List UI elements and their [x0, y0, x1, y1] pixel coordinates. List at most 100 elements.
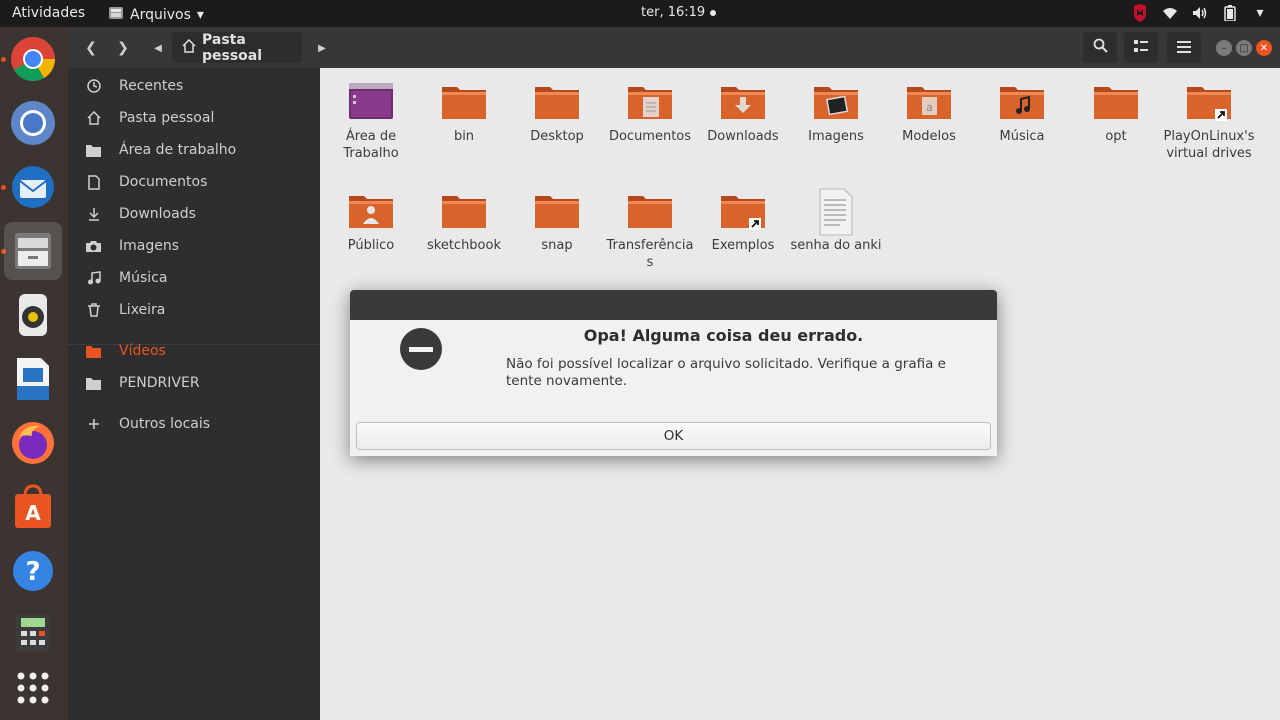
file-label: opt	[1105, 129, 1127, 144]
dock-firefox-icon[interactable]	[4, 414, 62, 472]
sidebar-item-label: PENDRIVER	[119, 375, 200, 391]
file-label: Documentos	[608, 129, 692, 144]
plus-icon	[68, 418, 119, 430]
sidebar-item-area-de-trabalho[interactable]: Área de trabalho	[68, 135, 320, 165]
file-label: senha do anki	[790, 238, 882, 253]
file-item[interactable]: sketchbook	[418, 188, 510, 254]
folder-icon	[68, 377, 119, 390]
dock-chrome-icon[interactable]	[4, 30, 62, 88]
activities-button[interactable]: Atividades	[12, 5, 85, 21]
path-bar-home-button[interactable]: Pasta pessoal	[172, 32, 302, 64]
dock: A ?	[0, 27, 68, 720]
dialog-message: Não foi possível localizar o arquivo sol…	[506, 356, 946, 389]
triangle-left-icon: ◀	[154, 42, 162, 54]
clock[interactable]: ter, 16:19	[641, 5, 717, 20]
file-item[interactable]: Público	[325, 188, 417, 254]
search-icon	[1093, 38, 1108, 57]
text-file-icon	[812, 188, 860, 236]
file-item[interactable]: senha do anki	[790, 188, 882, 254]
folder-icon	[1092, 79, 1140, 127]
minimize-icon: –	[1221, 42, 1227, 54]
sidebar-item-documentos[interactable]: Documentos	[68, 167, 320, 197]
file-item[interactable]: Downloads	[697, 79, 789, 145]
file-item[interactable]: opt	[1070, 79, 1162, 145]
sidebar-item-pasta-pessoal[interactable]: Pasta pessoal	[68, 103, 320, 133]
dock-libreoffice-writer-icon[interactable]	[4, 350, 62, 408]
path-scroll-left-button[interactable]: ◀	[152, 34, 164, 62]
camera-icon	[68, 240, 119, 253]
file-item[interactable]: bin	[418, 79, 510, 145]
file-label: Desktop	[530, 129, 584, 144]
close-button[interactable]: ✕	[1256, 40, 1272, 56]
dock-show-applications-icon[interactable]	[4, 659, 62, 717]
file-item[interactable]: Exemplos	[697, 188, 789, 254]
sidebar-item-outros-locais[interactable]: Outros locais	[68, 409, 320, 439]
back-button[interactable]: ❮	[78, 34, 104, 62]
chevron-down-icon: ▾	[196, 7, 204, 23]
menu-button[interactable]	[1167, 32, 1201, 63]
ok-button[interactable]: OK	[356, 422, 991, 450]
view-toggle-button[interactable]	[1124, 32, 1158, 63]
file-label: Imagens	[808, 129, 864, 144]
file-item[interactable]: Documentos	[604, 79, 696, 145]
dock-ubuntu-software-icon[interactable]: A	[4, 478, 62, 536]
app-menu-button[interactable]: Arquivos ▾	[108, 5, 204, 25]
file-label: sketchbook	[426, 238, 501, 253]
file-label: PlayOnLinux's virtual drives	[1163, 129, 1255, 161]
sidebar-item-lixeira[interactable]: Lixeira	[68, 295, 320, 325]
file-item[interactable]: Música	[976, 79, 1068, 145]
maximize-icon: □	[1239, 42, 1249, 54]
sidebar-item-pendriver[interactable]: PENDRIVER	[68, 368, 320, 398]
sidebar-item-label: Vídeos	[119, 343, 166, 359]
list-view-icon	[1134, 38, 1148, 57]
folder-icon	[68, 345, 119, 358]
wifi-icon[interactable]	[1162, 3, 1178, 23]
file-label: bin	[453, 129, 475, 144]
folder-icon	[440, 188, 488, 236]
volume-icon[interactable]	[1192, 3, 1208, 23]
clock-label: ter, 16:19	[641, 5, 706, 20]
system-menu-chevron-icon[interactable]: ▾	[1252, 3, 1268, 23]
home-icon	[182, 38, 196, 57]
dock-rhythmbox-icon[interactable]	[4, 286, 62, 344]
folder-icon	[347, 79, 395, 127]
dock-chromium-icon[interactable]	[4, 94, 62, 152]
search-button[interactable]	[1083, 32, 1117, 63]
file-label: Exemplos	[711, 238, 775, 253]
dock-help-icon[interactable]: ?	[4, 542, 62, 600]
battery-icon[interactable]	[1222, 3, 1238, 23]
minimize-button[interactable]: –	[1216, 40, 1232, 56]
system-tray[interactable]: ▾	[1132, 3, 1268, 23]
folder-icon	[626, 188, 674, 236]
files-app-icon	[108, 5, 124, 25]
sidebar-item-videos[interactable]: Vídeos	[68, 336, 320, 366]
music-icon	[68, 271, 119, 285]
file-label: snap	[541, 238, 573, 253]
sidebar-item-downloads[interactable]: Downloads	[68, 199, 320, 229]
file-item[interactable]: Transferências	[604, 188, 696, 271]
folder-icon	[719, 188, 767, 236]
chevron-right-icon: ❯	[117, 40, 129, 56]
sidebar-item-musica[interactable]: Música	[68, 263, 320, 293]
dock-thunderbird-icon[interactable]	[4, 158, 62, 216]
sidebar-item-recentes[interactable]: Recentes	[68, 71, 320, 101]
dock-calculator-icon[interactable]	[4, 604, 62, 662]
sidebar-item-imagens[interactable]: Imagens	[68, 231, 320, 261]
file-item[interactable]: Desktop	[511, 79, 603, 145]
dock-files-icon[interactable]	[4, 222, 62, 280]
maximize-button[interactable]: □	[1236, 40, 1252, 56]
mcafee-icon[interactable]	[1132, 3, 1148, 23]
file-item[interactable]: snap	[511, 188, 603, 254]
sidebar-item-label: Downloads	[119, 206, 196, 222]
top-bar: Atividades Arquivos ▾ ter, 16:19 ▾	[0, 0, 1280, 27]
forward-button[interactable]: ❯	[110, 34, 136, 62]
file-label: Música	[999, 129, 1045, 144]
file-item[interactable]: Imagens	[790, 79, 882, 145]
file-item[interactable]: Área de Trabalho	[325, 79, 417, 162]
folder-icon: a	[905, 79, 953, 127]
folder-icon	[533, 188, 581, 236]
file-item[interactable]: a Modelos	[883, 79, 975, 145]
file-item[interactable]: PlayOnLinux's virtual drives	[1163, 79, 1255, 162]
trash-icon	[68, 303, 119, 317]
path-scroll-right-button[interactable]: ▶	[316, 34, 328, 62]
